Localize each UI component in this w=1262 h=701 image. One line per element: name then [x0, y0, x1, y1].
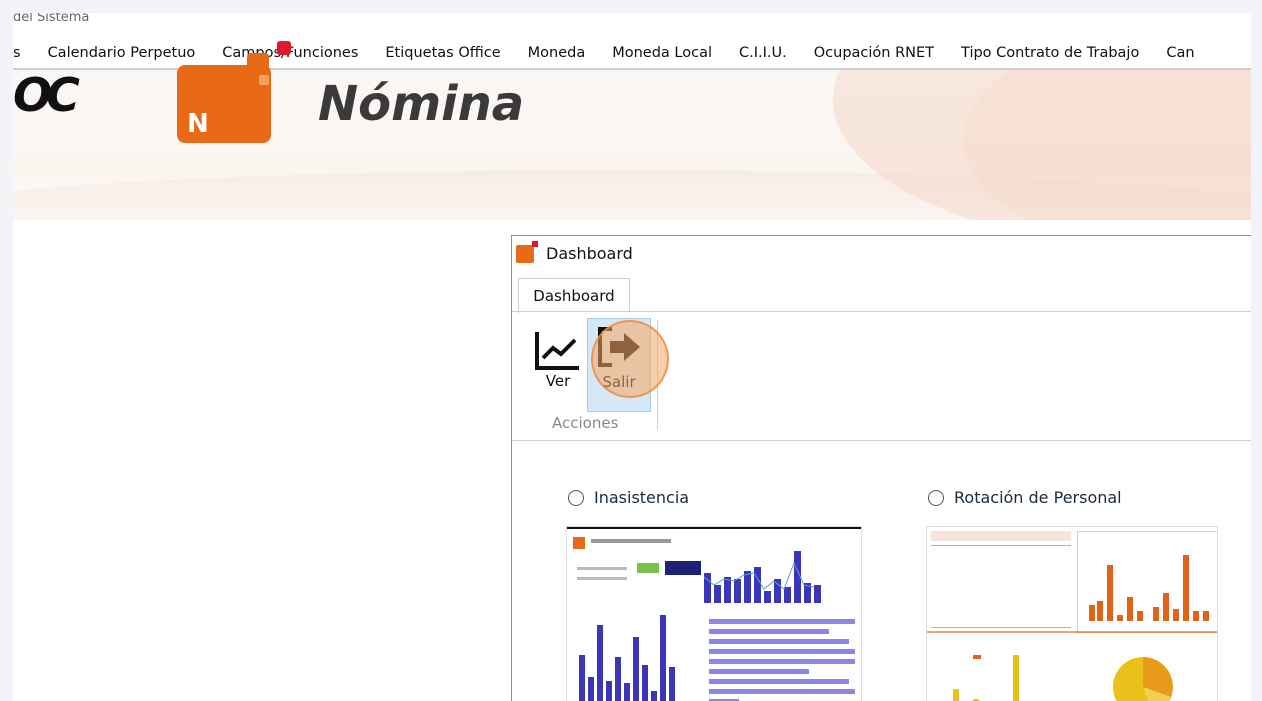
brand-title: Nómina	[318, 76, 525, 132]
tab-dashboard[interactable]: Dashboard	[518, 278, 630, 313]
preview-hbar-chart	[709, 619, 855, 701]
menu-item-can[interactable]: Can	[1166, 45, 1194, 61]
preview-bar-chart-left	[579, 615, 675, 701]
preview-orange-bar-chart	[1089, 555, 1209, 621]
dialog-titlebar: Dashboard	[516, 240, 633, 263]
menu-item-ocupacion[interactable]: Ocupación RNET	[814, 45, 934, 61]
dashboard-dialog: Dashboard Dashboard Ver Salir Acciones	[511, 235, 1251, 701]
ver-button[interactable]: Ver	[527, 318, 589, 410]
click-indicator	[591, 320, 669, 398]
menu-item-etiquetas[interactable]: Etiquetas Office	[385, 45, 500, 61]
menu-item-calendario[interactable]: Calendario Perpetuo	[48, 45, 196, 61]
app-window: del Sistema s Calendario Perpetuo Campos…	[13, 13, 1251, 701]
radio-inasistencia[interactable]	[568, 489, 584, 506]
nomina-logo-icon: N	[177, 41, 291, 143]
radio-rotacion[interactable]	[928, 489, 944, 506]
chart-line-icon	[535, 332, 579, 370]
menu-item-moneda-local[interactable]: Moneda Local	[612, 45, 712, 61]
company-logo: OC	[13, 68, 80, 122]
ribbon-group-label: Acciones	[552, 414, 619, 432]
menu-item-tipo-contrato[interactable]: Tipo Contrato de Trabajo	[961, 45, 1139, 61]
preview-yellow-bar-chart	[953, 655, 1019, 701]
app-icon	[516, 240, 538, 263]
logo-letter: N	[187, 109, 209, 139]
preview-bar-chart-small	[703, 551, 821, 603]
inasistencia-preview[interactable]	[566, 526, 862, 701]
window-title: del Sistema	[13, 13, 90, 25]
ver-label: Ver	[545, 372, 571, 390]
option-label-rotacion: Rotación de Personal	[954, 488, 1122, 507]
menu-item-partial[interactable]: s	[13, 45, 21, 61]
preview-pie-chart	[1113, 657, 1173, 701]
rotacion-preview[interactable]	[926, 526, 1218, 701]
option-label-inasistencia: Inasistencia	[594, 488, 690, 507]
menu-item-ciiu[interactable]: C.I.I.U.	[739, 45, 787, 61]
option-rotacion[interactable]: Rotación de Personal	[928, 488, 1122, 507]
option-inasistencia[interactable]: Inasistencia	[568, 488, 689, 507]
dialog-title: Dashboard	[546, 244, 633, 263]
menu-item-moneda[interactable]: Moneda	[528, 45, 586, 61]
